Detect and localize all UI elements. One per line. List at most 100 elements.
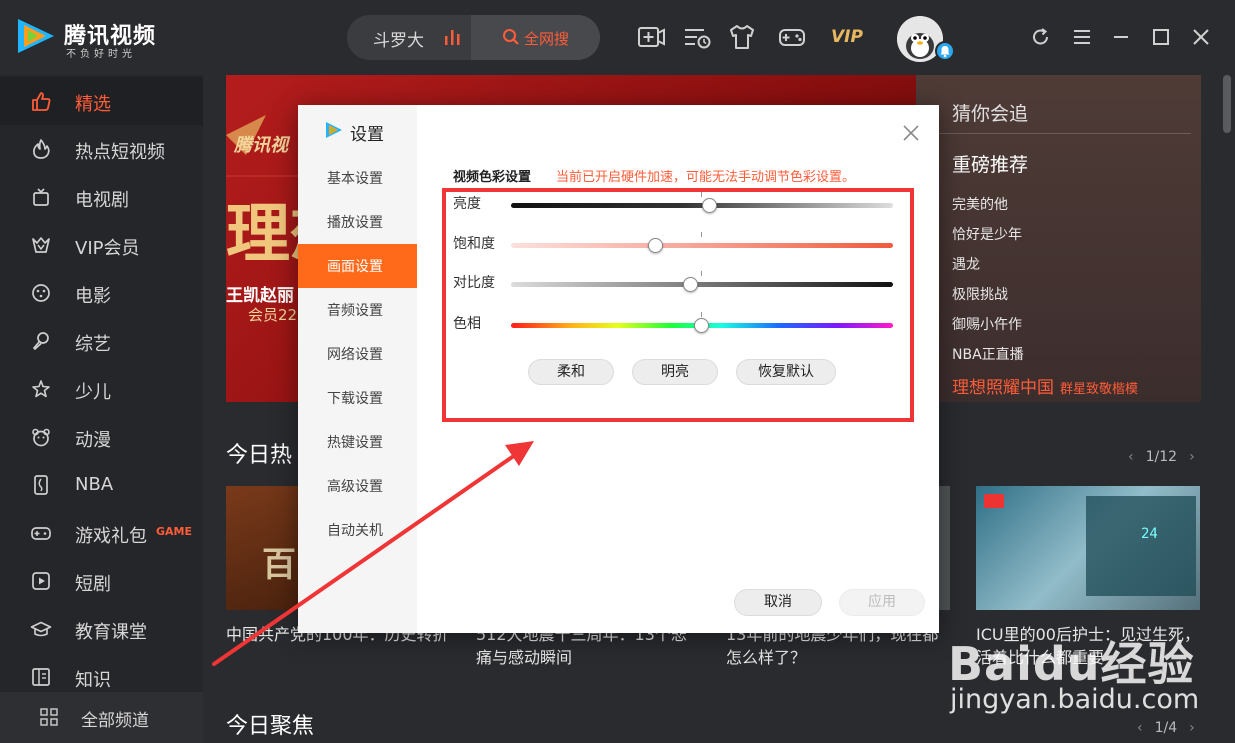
video-card[interactable]: 24 <box>976 486 1200 610</box>
contrast-slider[interactable] <box>511 282 893 287</box>
tab-playback[interactable]: 播放设置 <box>298 200 417 244</box>
watch-history-icon[interactable] <box>682 22 712 52</box>
tab-network[interactable]: 网络设置 <box>298 332 417 376</box>
trending-bars-icon[interactable] <box>443 27 463 47</box>
maximize-icon[interactable] <box>1150 26 1172 48</box>
recommend-item[interactable]: 御赐小仵作 <box>952 314 1022 334</box>
saturation-label: 饱和度 <box>453 236 495 252</box>
game-badge: GAME <box>156 525 193 538</box>
recommend-item[interactable]: NBA正直播 <box>952 344 1024 364</box>
prev-arrow-icon[interactable]: ‹ <box>1128 449 1134 465</box>
color-settings-title: 视频色彩设置 <box>453 170 532 185</box>
sidebar: 精选 热点短视频 电视剧 VIP会员 电影 综艺 少儿 动漫 NBA 游戏礼包 … <box>0 75 203 743</box>
contrast-label: 对比度 <box>453 275 495 291</box>
sidebar-item-movie[interactable]: 电影 <box>0 269 203 317</box>
recommend-highlight[interactable]: 理想照耀中国 群星致敬楷模 <box>952 373 1138 398</box>
tab-download[interactable]: 下载设置 <box>298 376 417 420</box>
recommend-panel: 猜你会追 重磅推荐 完美的他 恰好是少年 遇龙 极限挑战 御赐小仵作 NBA正直… <box>916 75 1201 402</box>
settings-dialog: 设置 基本设置 播放设置 画面设置 音频设置 网络设置 下载设置 热键设置 高级… <box>298 105 939 633</box>
tab-basic[interactable]: 基本设置 <box>298 156 417 200</box>
slider-center-tick <box>701 312 702 317</box>
sidebar-item-kids[interactable]: 少儿 <box>0 365 203 413</box>
tab-auto-shutdown[interactable]: 自动关机 <box>298 508 417 552</box>
banner-cast: 王凯赵丽 <box>226 286 294 306</box>
sidebar-item-short-video[interactable]: 热点短视频 <box>0 125 203 173</box>
refresh-icon[interactable] <box>1030 26 1052 48</box>
sidebar-item-nba[interactable]: NBA <box>0 461 203 509</box>
app-slogan: 不负好时光 <box>66 49 136 60</box>
banner-logo-text: 腾讯视 <box>234 135 288 156</box>
preset-bright-button[interactable]: 明亮 <box>632 359 718 385</box>
sidebar-item-label: 教育课堂 <box>75 622 147 643</box>
section-title-focus: 今日聚焦 <box>226 714 315 739</box>
saturation-slider[interactable] <box>511 243 893 248</box>
grid-icon <box>40 708 58 726</box>
vip-button[interactable]: VIP <box>831 27 863 47</box>
next-arrow-icon[interactable]: › <box>1189 449 1195 465</box>
close-icon[interactable] <box>1190 26 1212 48</box>
pager-hot: ‹ 1/12 › <box>1116 449 1207 465</box>
sidebar-item-short-drama[interactable]: 短剧 <box>0 557 203 605</box>
slider-center-tick <box>701 232 702 237</box>
brightness-slider-thumb[interactable] <box>701 198 717 213</box>
recommend-item[interactable]: 遇龙 <box>952 254 980 274</box>
tab-advanced[interactable]: 高级设置 <box>298 464 417 508</box>
svg-text:百: 百 <box>262 545 296 585</box>
panel-divider <box>936 133 1191 134</box>
skin-shirt-icon[interactable] <box>727 22 757 52</box>
notification-bell-badge[interactable] <box>935 41 955 61</box>
sidebar-item-education[interactable]: 教育课堂 <box>0 605 203 653</box>
app-logo[interactable]: 腾讯视频 不负好时光 <box>14 14 164 60</box>
sidebar-item-game-gift[interactable]: 游戏礼包 GAME <box>0 509 203 557</box>
highlight-subtitle: 群星致敬楷模 <box>1060 382 1139 397</box>
scrollbar-thumb[interactable] <box>1223 75 1231 133</box>
tab-hotkey[interactable]: 热键设置 <box>298 420 417 464</box>
hue-label: 色相 <box>453 316 481 332</box>
search-box[interactable]: 斗罗大 全网搜 <box>347 15 600 60</box>
tencent-video-logo-icon <box>326 122 342 138</box>
tab-audio[interactable]: 音频设置 <box>298 288 417 332</box>
search-all-button[interactable]: 全网搜 <box>471 15 600 60</box>
recommend-item[interactable]: 完美的他 <box>952 194 1008 214</box>
sidebar-item-anime[interactable]: 动漫 <box>0 413 203 461</box>
game-controller-icon[interactable] <box>777 22 807 52</box>
flame-icon <box>32 139 50 159</box>
search-icon <box>503 29 519 45</box>
hardware-accel-warning: 当前已开启硬件加速，可能无法手动调节色彩设置。 <box>556 170 856 185</box>
contrast-slider-thumb[interactable] <box>682 277 698 292</box>
dialog-title: 设置 <box>350 125 384 145</box>
sidebar-item-featured[interactable]: 精选 <box>0 77 203 125</box>
recommend-item[interactable]: 极限挑战 <box>952 284 1008 304</box>
sidebar-item-variety[interactable]: 综艺 <box>0 317 203 365</box>
star-child-icon <box>32 380 50 398</box>
apply-button[interactable]: 应用 <box>839 589 925 616</box>
sidebar-item-tv[interactable]: 电视剧 <box>0 173 203 221</box>
menu-icon[interactable] <box>1071 26 1093 48</box>
recommend-title[interactable]: 重磅推荐 <box>952 150 1028 177</box>
microphone-icon <box>32 332 49 351</box>
sidebar-item-label: VIP会员 <box>75 238 140 259</box>
all-channels-label: 全部频道 <box>81 711 149 731</box>
add-video-icon[interactable] <box>636 22 666 52</box>
dialog-close-icon[interactable] <box>902 124 920 142</box>
guess-you-like-title[interactable]: 猜你会追 <box>952 99 1028 126</box>
all-channels-button[interactable]: 全部频道 <box>0 692 203 743</box>
sidebar-item-label: 短剧 <box>75 574 111 595</box>
preset-soft-button[interactable]: 柔和 <box>528 359 614 385</box>
settings-tab-list: 设置 基本设置 播放设置 画面设置 音频设置 网络设置 下载设置 热键设置 高级… <box>298 105 417 633</box>
search-input[interactable]: 斗罗大 <box>373 26 424 51</box>
highlight-box <box>442 188 914 422</box>
hue-slider-thumb[interactable] <box>694 318 709 333</box>
thumbs-up-icon <box>32 92 51 111</box>
sidebar-item-vip[interactable]: VIP会员 <box>0 221 203 269</box>
section-title-hot: 今日热 <box>226 443 293 468</box>
baidu-watermark: Baidu经验 jingyan.baidu.com <box>940 628 1230 738</box>
recommend-item[interactable]: 恰好是少年 <box>952 224 1022 244</box>
highlight-title: 理想照耀中国 <box>952 378 1054 398</box>
restore-default-button[interactable]: 恢复默认 <box>736 359 836 385</box>
cancel-button[interactable]: 取消 <box>734 589 822 616</box>
minimize-icon[interactable] <box>1110 26 1132 48</box>
bear-face-icon <box>32 428 50 447</box>
tab-picture[interactable]: 画面设置 <box>298 244 417 288</box>
slider-center-tick <box>701 192 702 197</box>
